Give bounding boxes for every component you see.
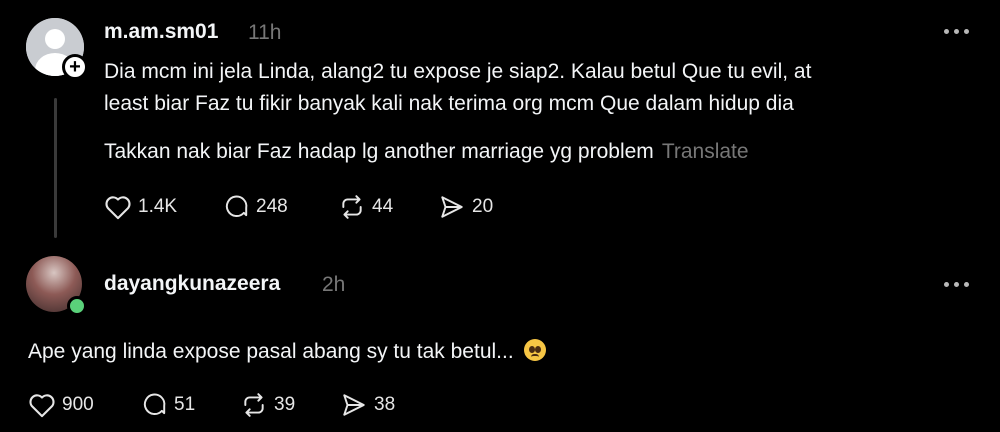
username[interactable]: dayangkunazeera (104, 272, 280, 296)
post-text-line-1: Dia mcm ini jela Linda, alang2 tu expose… (104, 60, 812, 83)
follow-plus-icon[interactable]: + (62, 54, 88, 80)
like-count: 900 (62, 394, 94, 415)
reply-text-content: Ape yang linda expose pasal abang sy tu … (28, 340, 514, 363)
repost-count: 39 (274, 394, 296, 415)
share-count: 38 (374, 394, 396, 415)
heart-icon (29, 394, 55, 418)
share-button[interactable]: 20 (438, 194, 493, 220)
timestamp: 2h (322, 273, 346, 296)
repost-count: 44 (372, 196, 394, 217)
post-text-paragraph-2: Takkan nak biar Faz hadap lg another mar… (104, 136, 749, 168)
repost-button[interactable]: 44 (338, 194, 438, 220)
pleading-face-emoji-icon (523, 339, 546, 361)
reply-count: 248 (256, 196, 288, 217)
comment-icon (225, 195, 248, 217)
timestamp: 11h (248, 21, 282, 44)
like-button[interactable]: 900 (28, 392, 142, 418)
online-status-icon (67, 296, 87, 316)
more-options-icon[interactable] (944, 26, 970, 36)
share-count: 20 (472, 196, 494, 217)
reply-button[interactable]: 51 (142, 392, 240, 418)
more-options-icon[interactable] (944, 279, 970, 289)
like-button[interactable]: 1.4K (104, 194, 224, 220)
reply-text: Ape yang linda expose pasal abang sy tu … (28, 336, 546, 368)
repost-icon (342, 195, 362, 219)
share-button[interactable]: 38 (340, 392, 395, 418)
thread-connector-line (54, 98, 57, 238)
post-text-line-2: least biar Faz tu fikir banyak kali nak … (104, 92, 794, 115)
username[interactable]: m.am.sm01 (104, 20, 218, 44)
avatar[interactable] (26, 256, 87, 316)
translate-link[interactable]: Translate (662, 140, 749, 163)
threads-page: + m.am.sm01 11h Dia mcm ini jela Linda, … (0, 0, 1000, 432)
post-text-line-3: Takkan nak biar Faz hadap lg another mar… (104, 140, 654, 163)
heart-icon (105, 196, 131, 220)
action-bar: 1.4K 248 44 20 (104, 194, 493, 220)
send-icon (343, 394, 365, 416)
reply-count: 51 (174, 394, 196, 415)
reply-button[interactable]: 248 (224, 194, 338, 220)
send-icon (441, 196, 463, 218)
repost-icon (244, 393, 264, 417)
action-bar: 900 51 39 38 (28, 392, 395, 418)
repost-button[interactable]: 39 (240, 392, 340, 418)
comment-icon (143, 393, 166, 415)
avatar[interactable]: + (26, 18, 88, 80)
like-count: 1.4K (138, 196, 178, 217)
